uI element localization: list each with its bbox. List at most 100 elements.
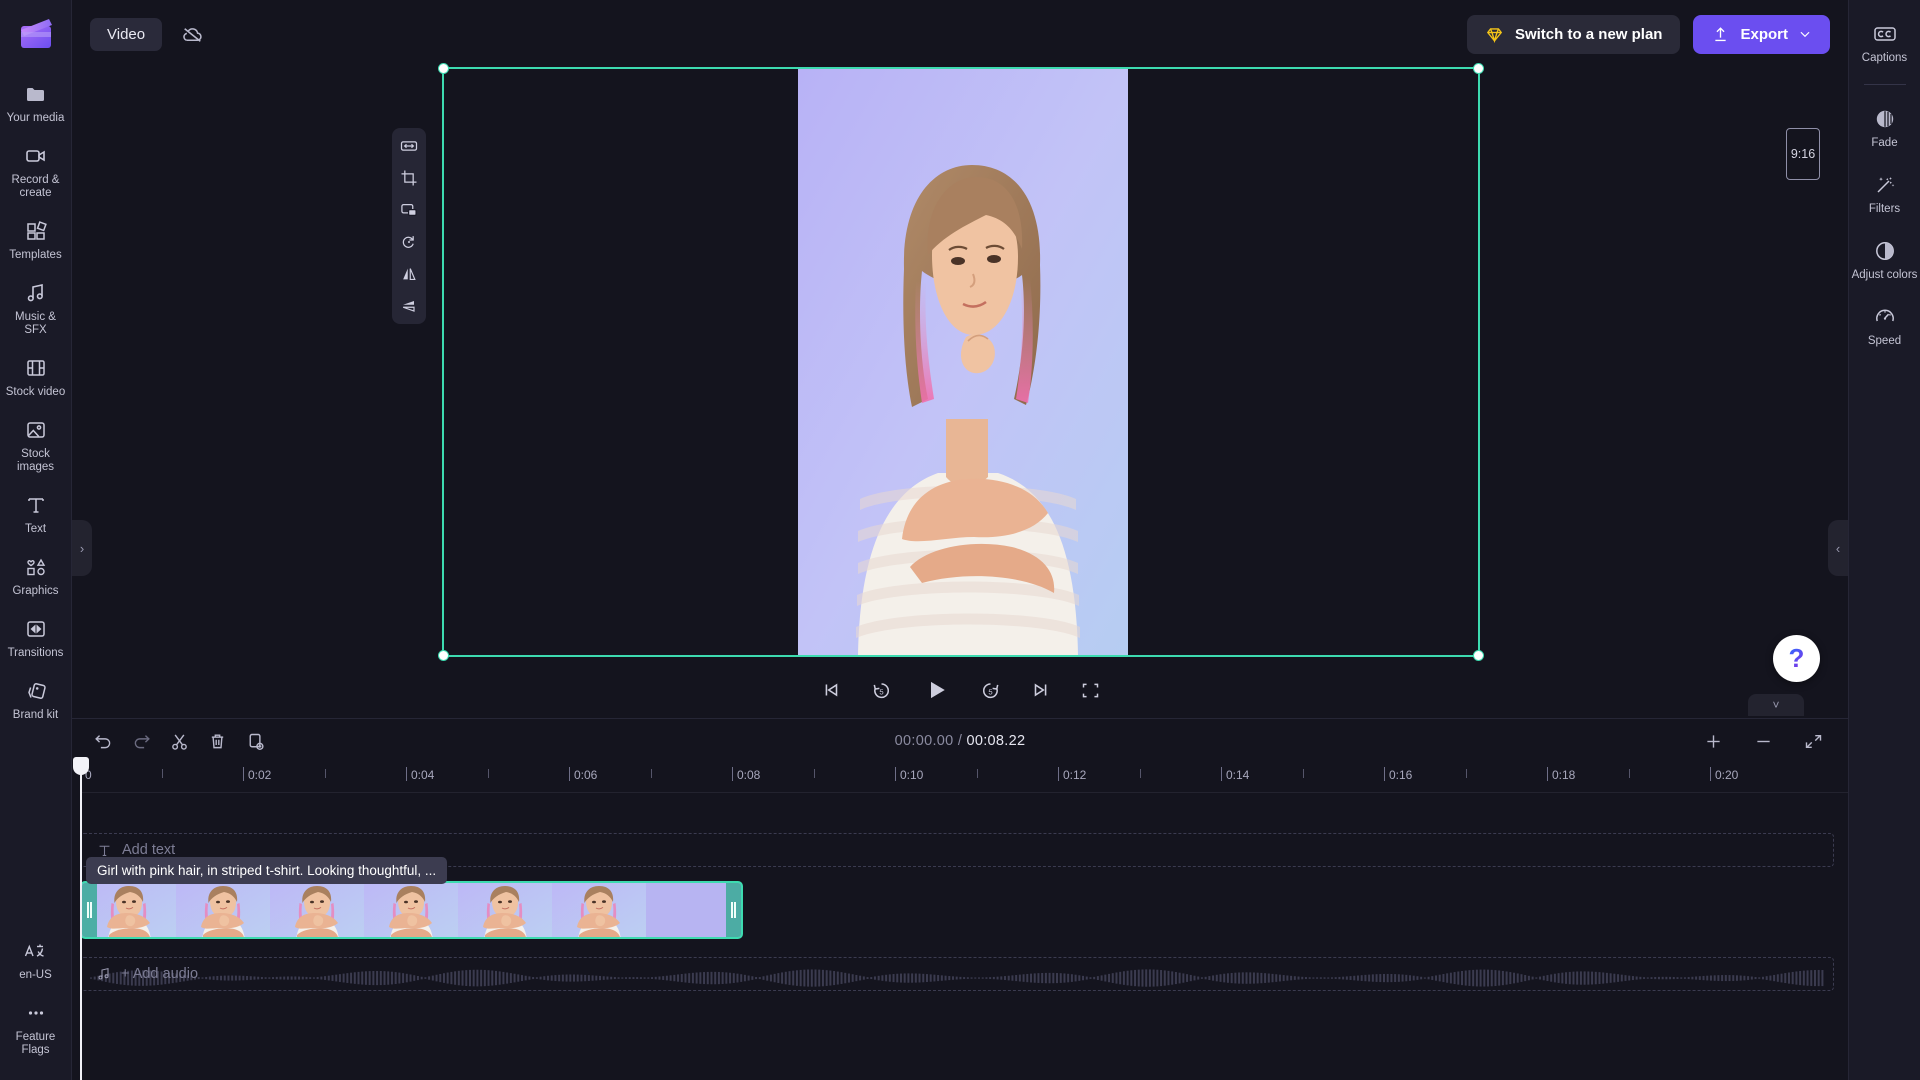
magic-wand-icon	[1872, 172, 1898, 198]
timeline-zoom-controls	[1696, 724, 1834, 758]
rewind-5s-button[interactable]: 5	[870, 679, 893, 702]
ruler-tick-label: 0:14	[1226, 768, 1249, 782]
sidebar-item-templates[interactable]: Templates	[0, 209, 72, 271]
video-canvas-selection[interactable]	[442, 67, 1480, 657]
panel-item-label: Adjust colors	[1852, 269, 1918, 282]
timeline-ruler[interactable]: 00:020:040:060:080:100:120:140:160:180:2…	[80, 763, 1848, 793]
forward-5s-button[interactable]: 5	[979, 679, 1002, 702]
clip-trim-handle-left[interactable]	[82, 883, 97, 937]
sidebar-item-feature-flags[interactable]: Feature Flags	[0, 991, 72, 1066]
sidebar-item-brand-kit[interactable]: Brand kit	[0, 669, 72, 731]
aspect-ratio-badge[interactable]: 9:16	[1786, 128, 1820, 180]
expand-sidebar-panel-button[interactable]: ›	[72, 520, 92, 576]
zoom-out-button[interactable]	[1746, 724, 1780, 758]
undo-button[interactable]	[86, 724, 120, 758]
ruler-minor-tick	[325, 769, 326, 778]
ruler-tick-label: 0:08	[737, 768, 760, 782]
collapse-right-panel-button[interactable]: ‹	[1828, 520, 1848, 576]
ruler-tick	[1710, 767, 1711, 781]
audio-track-label: + Add audio	[121, 966, 198, 982]
text-t-icon	[96, 842, 113, 859]
sidebar-item-language[interactable]: en-US	[0, 929, 72, 991]
clip-thumbnail	[176, 883, 270, 937]
help-button[interactable]: ?	[1773, 635, 1820, 682]
panel-item-label: Filters	[1869, 203, 1900, 216]
left-sidebar: Your media Record & create	[0, 0, 72, 1080]
timeline-body: 00:020:040:060:080:100:120:140:160:180:2…	[72, 763, 1848, 1080]
sidebar-item-label: Templates	[9, 249, 61, 262]
help-question-icon: ?	[1789, 643, 1805, 674]
text-track-label: Add text	[122, 842, 175, 858]
resize-handle-top-right[interactable]	[1473, 63, 1484, 74]
clip-thumbnail	[458, 883, 552, 937]
audio-track[interactable]: + Add audio	[80, 957, 1834, 991]
sidebar-item-stock-images[interactable]: Stock images	[0, 408, 72, 483]
redo-button[interactable]	[124, 724, 158, 758]
ruler-minor-tick	[162, 769, 163, 778]
timecode-display: 00:00.00 / 00:08.22	[72, 733, 1848, 749]
sidebar-item-stock-video[interactable]: Stock video	[0, 346, 72, 408]
duplicate-button[interactable]	[238, 724, 272, 758]
export-button[interactable]: Export	[1693, 15, 1830, 54]
panel-item-adjust-colors[interactable]: Adjust colors	[1849, 227, 1920, 293]
jump-to-start-button[interactable]	[820, 679, 842, 701]
project-type-chip[interactable]: Video	[90, 18, 162, 51]
sidebar-item-record-create[interactable]: Record & create	[0, 134, 72, 209]
sidebar-item-transitions[interactable]: Transitions	[0, 607, 72, 669]
panel-item-speed[interactable]: Speed	[1849, 293, 1920, 359]
sidebar-item-label: Your media	[7, 112, 65, 125]
crop-tool[interactable]	[396, 167, 422, 189]
collapse-timeline-button[interactable]: ˅	[1748, 694, 1804, 716]
delete-button[interactable]	[200, 724, 234, 758]
ruler-minor-tick	[1629, 769, 1630, 778]
play-button[interactable]	[921, 675, 951, 705]
panel-item-captions[interactable]: Captions	[1849, 10, 1920, 76]
sidebar-item-text[interactable]: Text	[0, 483, 72, 545]
panel-item-filters[interactable]: Filters	[1849, 161, 1920, 227]
sidebar-item-music-sfx[interactable]: Music & SFX	[0, 271, 72, 346]
flip-horizontal-tool[interactable]	[396, 263, 422, 285]
rotate-tool[interactable]	[396, 231, 422, 253]
sidebar-item-label: Stock video	[6, 386, 65, 399]
ruler-tick-label: 0:10	[900, 768, 923, 782]
sidebar-item-label: Record & create	[3, 174, 69, 200]
current-time: 00:00.00	[895, 733, 954, 749]
resize-handle-top-left[interactable]	[438, 63, 449, 74]
ruler-tick-label: 0:02	[248, 768, 271, 782]
jump-to-end-button[interactable]	[1030, 679, 1052, 701]
fit-to-screen-tool[interactable]	[396, 135, 422, 157]
clapperboard-icon[interactable]	[16, 14, 56, 54]
chevron-right-icon: ›	[80, 541, 84, 556]
video-clip[interactable]	[80, 881, 743, 939]
pip-tool[interactable]	[396, 199, 422, 221]
split-button[interactable]	[162, 724, 196, 758]
sidebar-item-label: Music & SFX	[3, 311, 69, 337]
clip-trim-handle-right[interactable]	[726, 883, 741, 937]
switch-plan-label: Switch to a new plan	[1515, 26, 1663, 43]
fit-timeline-button[interactable]	[1796, 724, 1830, 758]
resize-handle-bottom-right[interactable]	[1473, 650, 1484, 661]
sidebar-item-your-media[interactable]: Your media	[0, 72, 72, 134]
contrast-icon	[1872, 238, 1898, 264]
aspect-ratio-label: 9:16	[1791, 147, 1815, 161]
sidebar-item-label: Stock images	[3, 448, 69, 474]
ruler-tick	[569, 767, 570, 781]
video-track[interactable]	[80, 881, 1834, 943]
fullscreen-button[interactable]	[1080, 680, 1101, 701]
zoom-in-button[interactable]	[1696, 724, 1730, 758]
switch-plan-button[interactable]: Switch to a new plan	[1467, 15, 1681, 54]
playhead-handle[interactable]	[73, 757, 89, 775]
ruler-tick	[1384, 767, 1385, 781]
text-t-icon	[23, 492, 49, 518]
audio-waveform	[90, 957, 1824, 999]
cloud-off-icon[interactable]	[180, 22, 205, 47]
flip-vertical-tool[interactable]	[396, 295, 422, 317]
ruler-tick	[732, 767, 733, 781]
panel-item-fade[interactable]: Fade	[1849, 95, 1920, 161]
sidebar-item-graphics[interactable]: Graphics	[0, 545, 72, 607]
playhead[interactable]	[80, 763, 82, 1080]
clip-thumbnails	[82, 883, 646, 937]
top-toolbar: Video Switch to a new plan	[72, 0, 1848, 68]
music-note-icon	[23, 280, 49, 306]
resize-handle-bottom-left[interactable]	[438, 650, 449, 661]
